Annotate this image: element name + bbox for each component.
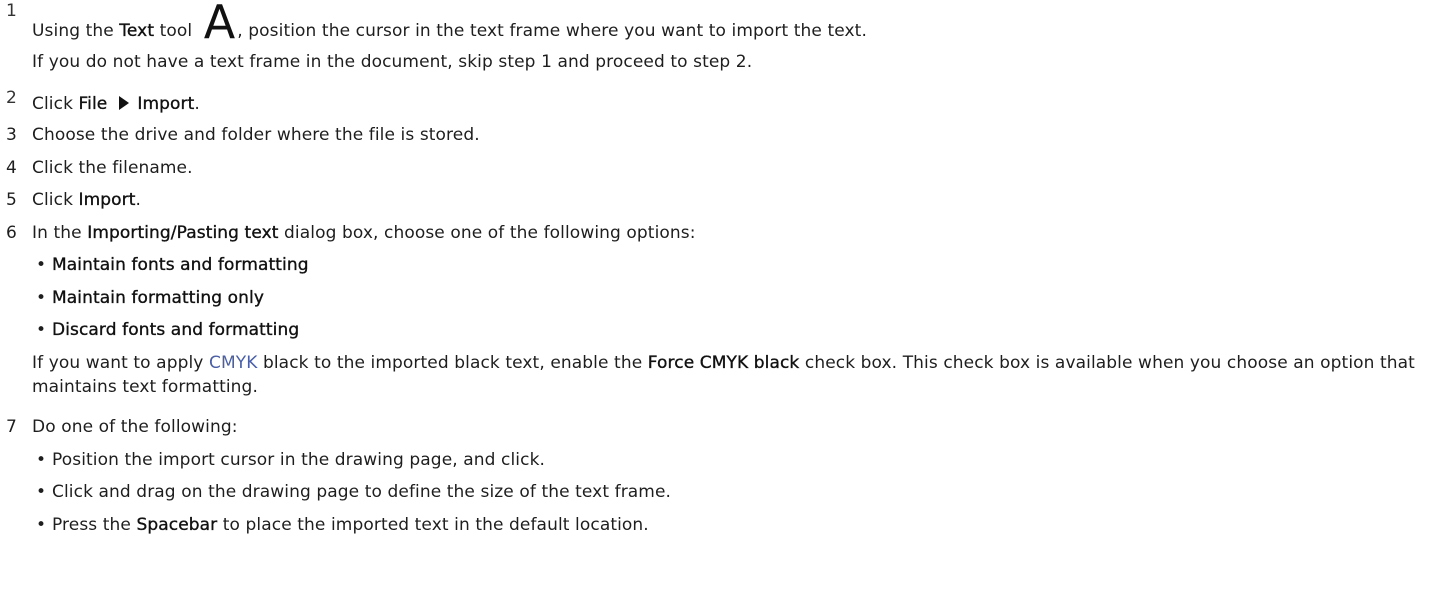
text-tool-icon: A (203, 0, 236, 49)
bullet: • (36, 320, 47, 340)
option-label: Maintain formatting only (52, 288, 265, 308)
text-run: . (135, 190, 142, 210)
text-run: In the (32, 223, 88, 243)
cmyk-link[interactable]: CMYK (209, 353, 257, 373)
option-item: Maintain formatting only (52, 287, 264, 309)
list-item: Click and drag on the drawing page to de… (52, 482, 672, 502)
step-number: 5 (6, 190, 17, 210)
step-4-text: Click the filename. (32, 158, 193, 178)
step-3-text: Choose the drive and folder where the fi… (32, 125, 480, 145)
step-1-note: If you do not have a text frame in the d… (32, 52, 753, 72)
step-6-text: In the Importing/Pasting text dialog box… (32, 222, 696, 244)
step-7-text: Do one of the following: (32, 417, 238, 437)
text-run: Using the (32, 21, 120, 41)
import-button-name: Import (78, 190, 136, 210)
bullet: • (36, 288, 47, 308)
step-number: 2 (6, 88, 17, 108)
menu-import: Import (137, 94, 195, 114)
text-run: tool (154, 21, 198, 41)
text-run: , position the cursor in the text frame … (237, 21, 867, 41)
triangle-right-icon (119, 96, 130, 110)
text-run: to place the imported text in the defaul… (217, 515, 649, 535)
option-label: Discard fonts and formatting (52, 320, 300, 340)
step-1-text: Using the Text tool A, position the curs… (32, 0, 867, 49)
list-item: Position the import cursor in the drawin… (52, 450, 546, 470)
step-5-text: Click Import. (32, 189, 141, 211)
text-run: Click (32, 94, 79, 114)
step-2-text: Click File Import. (32, 93, 200, 115)
text-run: black to the imported black text, enable… (257, 353, 648, 373)
text-run: Press the (52, 515, 137, 535)
dialog-name: Importing/Pasting text (87, 223, 279, 243)
text-run: Click (32, 190, 79, 210)
text-run: If you want to apply (32, 353, 209, 373)
force-cmyk-label: Force CMYK black (647, 353, 800, 373)
option-item: Maintain fonts and formatting (52, 254, 309, 276)
step-6-note: If you want to apply CMYK black to the i… (32, 351, 1427, 399)
step-number: 3 (6, 125, 17, 145)
spacebar-key: Spacebar (136, 515, 218, 535)
list-item: Press the Spacebar to place the imported… (52, 514, 649, 536)
bullet: • (36, 482, 47, 502)
text-run: . (194, 94, 200, 114)
bullet: • (36, 450, 47, 470)
text-tool-name: Text (119, 21, 155, 41)
menu-file: File (78, 94, 108, 114)
page: { "steps": [ { "number": "1", "parts": {… (0, 0, 1439, 615)
text-run: dialog box, choose one of the following … (278, 223, 696, 243)
step-number: 4 (6, 158, 17, 178)
option-label: Maintain fonts and formatting (52, 255, 309, 275)
step-number: 6 (6, 223, 17, 243)
bullet: • (36, 515, 47, 535)
step-number: 7 (6, 417, 17, 437)
bullet: • (36, 255, 47, 275)
step-number: 1 (6, 1, 17, 21)
option-item: Discard fonts and formatting (52, 319, 300, 341)
